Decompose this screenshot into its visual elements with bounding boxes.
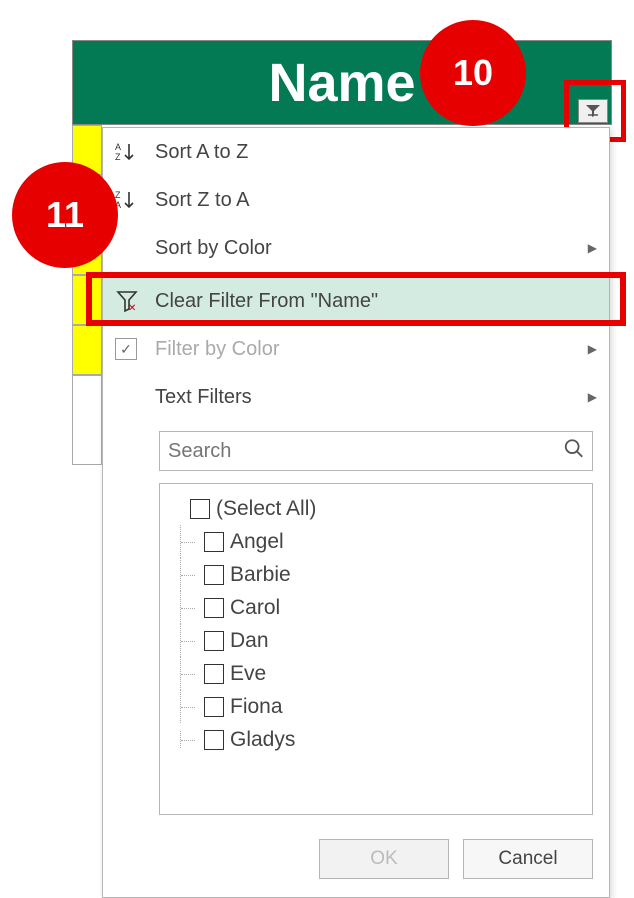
tree-checkbox[interactable] xyxy=(204,532,224,552)
sort-za-icon: ZA xyxy=(115,188,155,212)
menu-item-label: Text Filters xyxy=(155,386,588,409)
tree-item[interactable]: Gladys xyxy=(166,723,586,756)
tree-item[interactable]: Carol xyxy=(166,591,586,624)
dialog-buttons: OK Cancel xyxy=(103,825,609,897)
submenu-arrow-icon: ▶ xyxy=(588,241,597,255)
tree-item-label: Carol xyxy=(230,596,280,620)
svg-text:Z: Z xyxy=(115,152,121,162)
tree-item-label: Eve xyxy=(230,662,266,686)
text-filters-item[interactable]: Text Filters ▶ xyxy=(103,373,609,421)
cancel-button[interactable]: Cancel xyxy=(463,839,593,879)
tree-checkbox[interactable] xyxy=(204,631,224,651)
tree-item-label: Fiona xyxy=(230,695,283,719)
annotation-callout-11: 11 xyxy=(12,162,118,268)
ok-button: OK xyxy=(319,839,449,879)
menu-item-label: Sort A to Z xyxy=(155,141,597,164)
search-input[interactable] xyxy=(159,431,593,471)
filter-values-tree: (Select All) Angel Barbie Carol Dan Eve xyxy=(159,483,593,815)
menu-item-label: Sort by Color xyxy=(155,237,588,260)
tree-item-select-all[interactable]: (Select All) xyxy=(166,492,586,525)
tree-checkbox[interactable] xyxy=(204,697,224,717)
tree-item-label: (Select All) xyxy=(216,497,316,521)
tree-item[interactable]: Angel xyxy=(166,525,586,558)
tree-item-label: Gladys xyxy=(230,728,295,752)
search-row xyxy=(103,421,609,477)
sort-by-color-item[interactable]: Sort by Color ▶ xyxy=(103,224,609,272)
tree-item-label: Dan xyxy=(230,629,269,653)
highlighted-cell[interactable] xyxy=(72,325,102,375)
submenu-arrow-icon: ▶ xyxy=(588,342,597,356)
checkbox-icon: ✓ xyxy=(115,338,155,360)
sort-descending-item[interactable]: ZA Sort Z to A xyxy=(103,176,609,224)
sort-ascending-item[interactable]: AZ Sort A to Z xyxy=(103,128,609,176)
filter-by-color-item: ✓ Filter by Color ▶ xyxy=(103,325,609,373)
tree-checkbox[interactable] xyxy=(204,730,224,750)
column-header: Name xyxy=(72,40,612,125)
tree-item[interactable]: Dan xyxy=(166,624,586,657)
column-header-title: Name xyxy=(268,52,415,114)
tree-item-label: Barbie xyxy=(230,563,291,587)
submenu-arrow-icon: ▶ xyxy=(588,390,597,404)
tree-item[interactable]: Fiona xyxy=(166,690,586,723)
tree-checkbox[interactable] xyxy=(190,499,210,519)
tree-checkbox[interactable] xyxy=(204,664,224,684)
tree-checkbox[interactable] xyxy=(204,598,224,618)
empty-cell[interactable] xyxy=(72,375,102,465)
tree-item-label: Angel xyxy=(230,530,284,554)
svg-text:Z: Z xyxy=(115,190,121,200)
menu-item-label: Filter by Color xyxy=(155,338,588,361)
tree-item[interactable]: Barbie xyxy=(166,558,586,591)
tree-item[interactable]: Eve xyxy=(166,657,586,690)
annotation-box-11 xyxy=(86,272,626,326)
search-icon xyxy=(563,438,585,465)
tree-checkbox[interactable] xyxy=(204,565,224,585)
sort-az-icon: AZ xyxy=(115,140,155,164)
filter-dropdown-menu: AZ Sort A to Z ZA Sort Z to A Sort by Co… xyxy=(102,127,610,898)
svg-text:A: A xyxy=(115,142,121,152)
annotation-callout-10: 10 xyxy=(420,20,526,126)
menu-item-label: Sort Z to A xyxy=(155,189,597,212)
